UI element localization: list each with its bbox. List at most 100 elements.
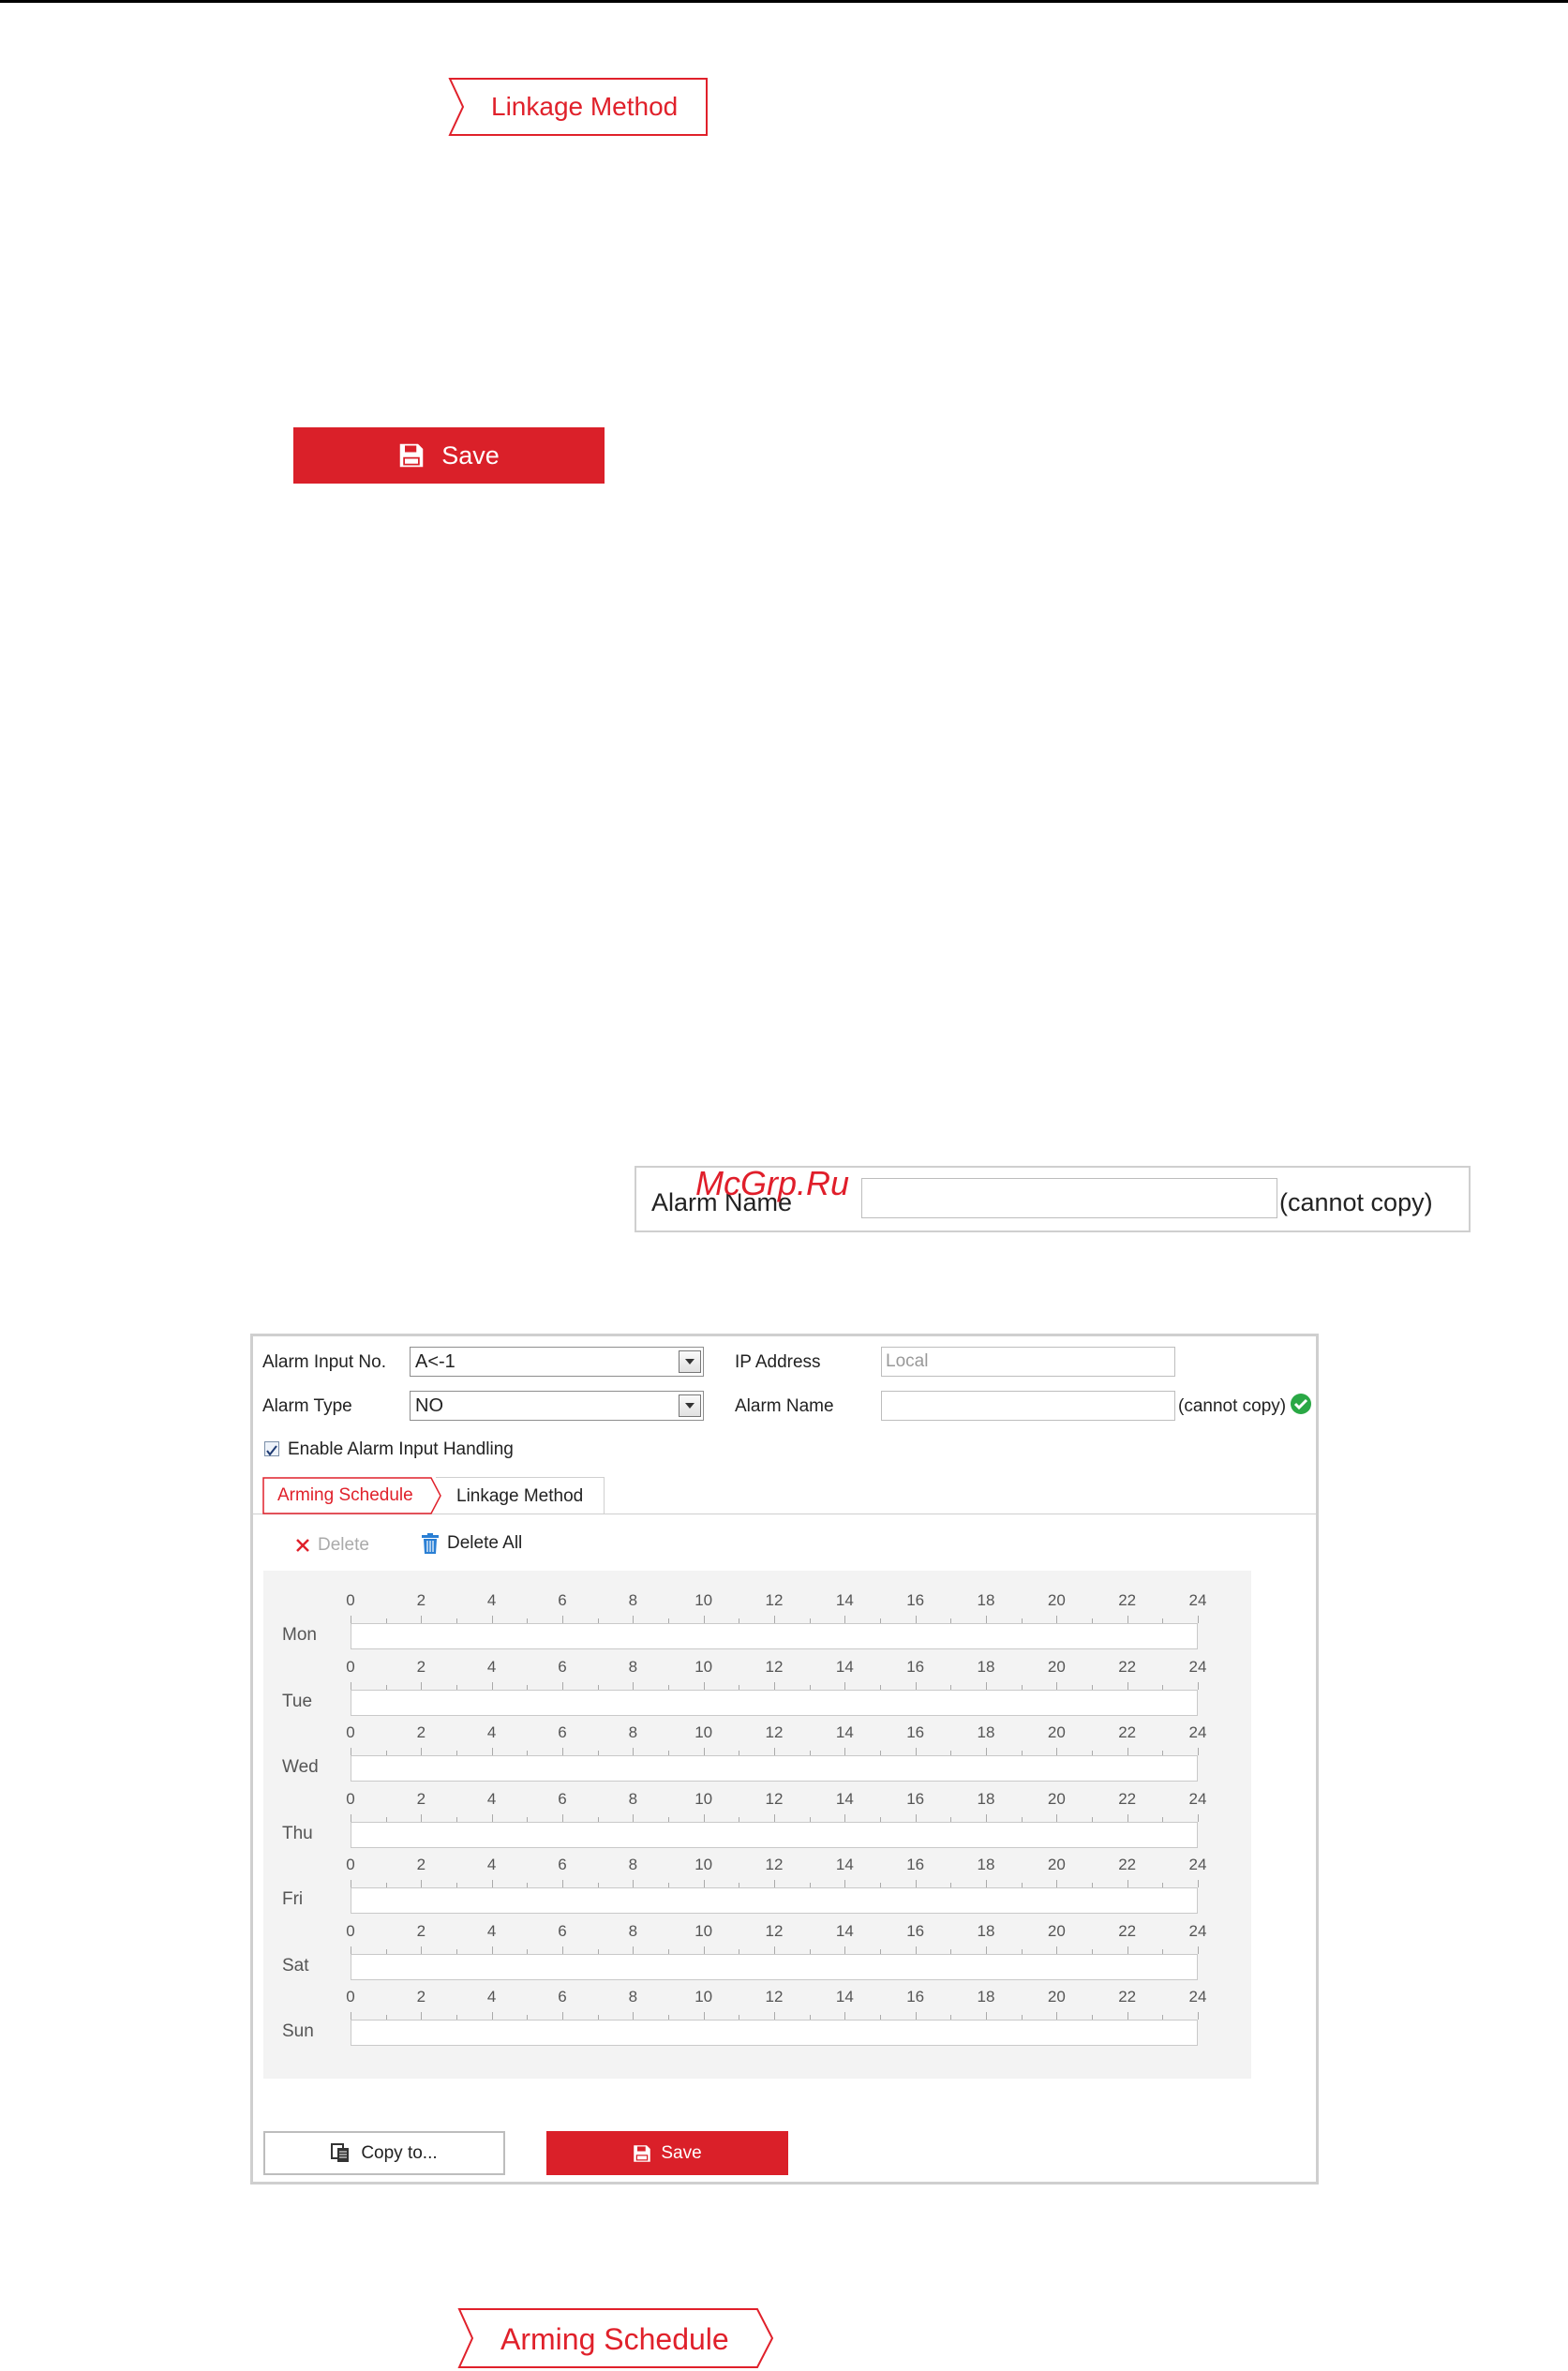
top-rule	[0, 0, 1568, 3]
alarm-name-input[interactable]	[861, 1178, 1277, 1218]
floppy-disk-icon	[398, 442, 425, 469]
copy-to-button[interactable]: Copy to...	[263, 2131, 505, 2175]
schedule-row-wed: Wed 0 2 4 6 8 10 12 14 16 18 20 22 24	[263, 1723, 1251, 1789]
hour-tick-label: 24	[1188, 1856, 1207, 1873]
hour-tick-label: 20	[1047, 1789, 1066, 1808]
hour-tick-label: 10	[694, 1723, 713, 1741]
hour-tick-label: 8	[628, 1723, 638, 1741]
hour-tick-mark	[491, 1946, 493, 1954]
hour-tick-mark	[1127, 1880, 1128, 1887]
hour-tick-mark	[844, 1880, 846, 1887]
tab-arming-schedule[interactable]: Arming Schedule	[262, 1477, 441, 1514]
hour-tick-label: 12	[765, 1988, 784, 2006]
hour-tick-label: 16	[906, 1723, 925, 1741]
tab-linkage-method[interactable]: Linkage Method	[436, 1477, 605, 1514]
hour-tick-label: 20	[1047, 1988, 1066, 2006]
hour-tick-mark	[1127, 2012, 1128, 2020]
hour-tick-mark	[1056, 1748, 1058, 1755]
hour-tick-label: 18	[977, 1591, 995, 1609]
schedule-bar[interactable]	[351, 1953, 1198, 1980]
alarm-input-no-select[interactable]: A<-1	[410, 1347, 704, 1377]
hour-tick-mark	[915, 1880, 917, 1887]
hour-tick-label: 22	[1118, 1789, 1137, 1808]
hour-tick-mark	[421, 1748, 423, 1755]
hour-tick-label: 22	[1118, 1723, 1137, 1741]
schedule-bar[interactable]	[351, 1887, 1198, 1914]
delete-button[interactable]: Delete	[295, 1535, 369, 1556]
day-label: Mon	[282, 1625, 317, 1645]
schedule-bar[interactable]	[351, 1821, 1198, 1848]
copy-to-label: Copy to...	[361, 2142, 438, 2163]
day-label: Sat	[282, 1955, 309, 1976]
hour-tick-mark	[774, 2012, 775, 2020]
hour-tick-label: 4	[486, 1789, 497, 1808]
alarm-input-panel: Alarm Input No. A<-1 IP Address Local Al…	[250, 1334, 1319, 2185]
hour-tick-mark	[633, 1681, 635, 1690]
schedule-bar[interactable]	[351, 1689, 1198, 1716]
hour-tick-label: 24	[1188, 1921, 1207, 1940]
hour-tick-mark	[1127, 1681, 1128, 1690]
hour-tick-mark	[1127, 1946, 1128, 1954]
hour-tick-label: 6	[558, 1657, 567, 1676]
hour-tick-label: 16	[906, 1856, 925, 1873]
hour-axis: 0 2 4 6 8 10 12 14 16 18 20 22 24	[346, 1789, 1206, 1822]
dropdown-arrow-icon[interactable]	[679, 1394, 701, 1417]
hour-tick-label: 4	[486, 1591, 497, 1609]
callout-label: Linkage Method	[491, 92, 679, 121]
alarm-type-select[interactable]: NO	[410, 1391, 704, 1421]
hour-tick-mark	[915, 1681, 917, 1690]
enable-handling-checkbox[interactable]	[264, 1441, 279, 1456]
hour-tick-mark	[915, 2012, 917, 2020]
save-button-callout[interactable]: Save	[293, 427, 605, 484]
hour-tick-mark	[491, 1813, 493, 1822]
day-label: Sun	[282, 2021, 314, 2041]
hour-tick-mark	[633, 1880, 635, 1887]
hour-tick-mark	[1056, 1681, 1058, 1690]
hour-tick-label: 2	[416, 1657, 426, 1676]
hour-tick-mark	[986, 1616, 987, 1623]
hour-tick-label: 6	[558, 1988, 567, 2006]
hour-tick-label: 12	[765, 1657, 784, 1676]
hour-tick-label: 8	[628, 1591, 638, 1609]
alarm-name-input[interactable]	[881, 1391, 1175, 1421]
hour-tick-label: 6	[558, 1591, 567, 1609]
cannot-copy-note: (cannot copy)	[1178, 1396, 1287, 1416]
schedule-bar[interactable]	[351, 1623, 1198, 1649]
ip-address-input[interactable]: Local	[881, 1347, 1175, 1377]
hour-tick-mark	[633, 1946, 635, 1954]
hour-tick-mark	[1127, 1748, 1128, 1755]
day-label: Fri	[282, 1889, 304, 1909]
hour-tick-mark	[491, 1748, 493, 1755]
hour-tick-mark	[1198, 1681, 1199, 1690]
hour-tick-label: 22	[1118, 1591, 1137, 1609]
hour-axis: 0 2 4 6 8 10 12 14 16 18 20 22 24	[346, 1657, 1206, 1690]
hour-tick-mark	[633, 1813, 635, 1822]
dropdown-arrow-icon[interactable]	[679, 1350, 701, 1373]
hour-tick-label: 16	[906, 1789, 925, 1808]
hour-tick-label: 6	[558, 1723, 567, 1741]
hour-tick-mark	[703, 2012, 705, 2020]
hour-tick-label: 0	[346, 1789, 355, 1808]
hour-tick-label: 2	[416, 1789, 426, 1808]
hour-tick-label: 12	[765, 1789, 784, 1808]
save-label: Save	[441, 440, 500, 470]
hour-tick-label: 14	[835, 1789, 854, 1808]
alarm-type-label: Alarm Type	[262, 1396, 352, 1416]
day-label: Thu	[282, 1823, 313, 1843]
hour-tick-label: 14	[835, 1988, 854, 2006]
hour-tick-mark	[421, 1681, 423, 1690]
hour-tick-label: 10	[694, 1789, 713, 1808]
hour-tick-label: 4	[486, 1723, 497, 1741]
hour-tick-label: 6	[558, 1856, 567, 1873]
hour-tick-label: 12	[765, 1723, 784, 1741]
schedule-bar[interactable]	[351, 2020, 1198, 2046]
save-button[interactable]: Save	[546, 2131, 788, 2175]
hour-tick-mark	[703, 1616, 705, 1623]
schedule-bar[interactable]	[351, 1755, 1198, 1782]
cannot-copy-note: (cannot copy)	[1279, 1188, 1433, 1216]
hour-tick-mark	[986, 1748, 987, 1755]
hour-tick-mark	[421, 1616, 423, 1623]
enable-handling-label: Enable Alarm Input Handling	[288, 1439, 514, 1459]
delete-all-button[interactable]: Delete All	[421, 1533, 522, 1554]
hour-tick-mark	[562, 1616, 563, 1623]
